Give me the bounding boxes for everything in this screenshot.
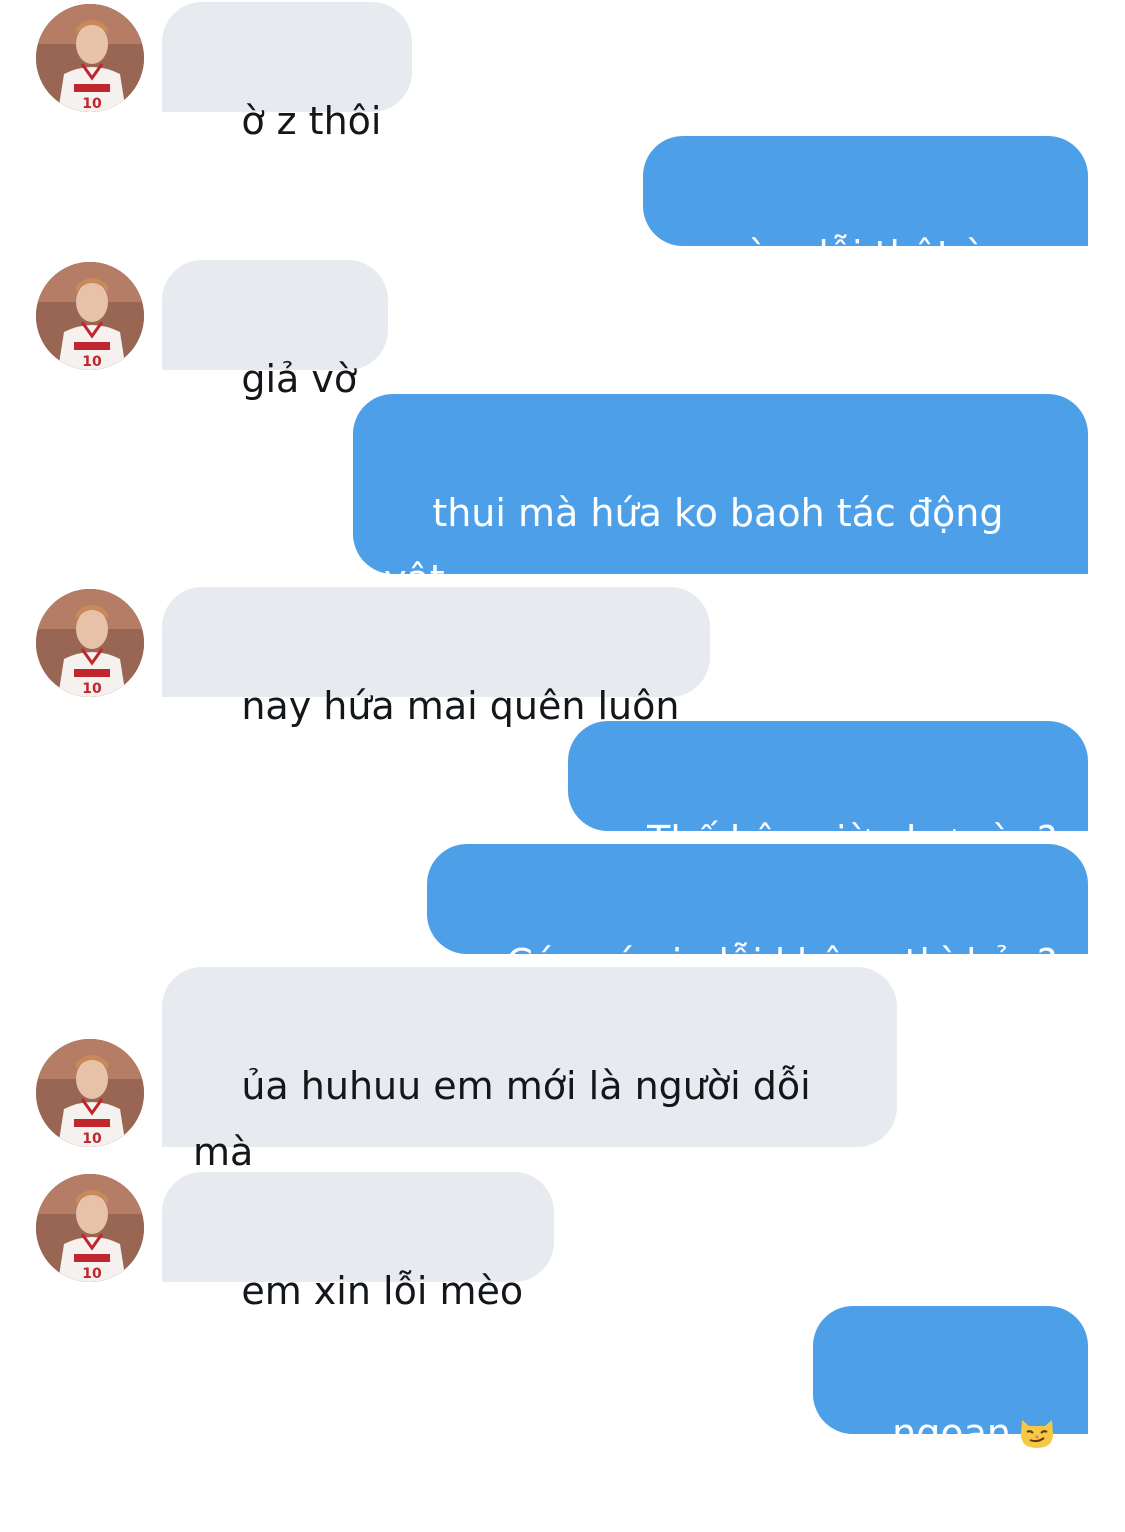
- message-text: ờ z thôi: [241, 99, 382, 143]
- message-text: giả vờ: [241, 357, 358, 401]
- message-text: này dỗi thật àaaa: [722, 233, 1057, 277]
- message-bubble-sent[interactable]: ngoan: [812, 1306, 1088, 1455]
- avatar-image-icon: 10: [36, 1174, 144, 1282]
- svg-text:10: 10: [82, 1131, 102, 1147]
- chat-thread: 10 ờ z thôi này dỗi thật àaaa 10 giả vờ …: [0, 0, 1125, 1455]
- avatar-image-icon: 10: [36, 1039, 144, 1147]
- contact-avatar[interactable]: 10: [36, 1174, 144, 1282]
- avatar-image-icon: 10: [36, 262, 144, 370]
- contact-avatar[interactable]: 10: [36, 589, 144, 697]
- svg-text:10: 10: [82, 681, 102, 697]
- message-text: ngoan: [892, 1411, 1011, 1455]
- message-bubble-sent[interactable]: Cún có xin lỗi không thì bảo?: [426, 844, 1088, 985]
- message-bubble-sent[interactable]: này dỗi thật àaaa: [643, 136, 1088, 277]
- message-bubble-received[interactable]: nay hứa mai quên luôn: [162, 587, 711, 728]
- smirking-cat-emoji: [1021, 1420, 1053, 1448]
- message-bubble-received[interactable]: ủa huhuu em mới là người dỗi mà mắc j mè…: [162, 967, 897, 1240]
- svg-text:10: 10: [82, 354, 102, 370]
- svg-text:10: 10: [82, 96, 102, 112]
- svg-text:10: 10: [82, 1266, 102, 1282]
- contact-avatar[interactable]: 10: [36, 4, 144, 112]
- message-bubble-received[interactable]: ờ z thôi: [162, 2, 413, 143]
- avatar-image-icon: 10: [36, 589, 144, 697]
- message-bubble-sent[interactable]: Thế bây giờ như nào?: [567, 721, 1088, 862]
- message-text: em xin lỗi mèo: [241, 1269, 524, 1313]
- avatar-image-icon: 10: [36, 4, 144, 112]
- contact-avatar[interactable]: 10: [36, 1039, 144, 1147]
- message-bubble-received[interactable]: em xin lỗi mèo: [162, 1172, 555, 1313]
- message-bubble-received[interactable]: giả vờ: [162, 260, 389, 401]
- message-bubble-sent[interactable]: thui mà hứa ko baoh tác động vật lý lên …: [353, 394, 1088, 667]
- contact-avatar[interactable]: 10: [36, 262, 144, 370]
